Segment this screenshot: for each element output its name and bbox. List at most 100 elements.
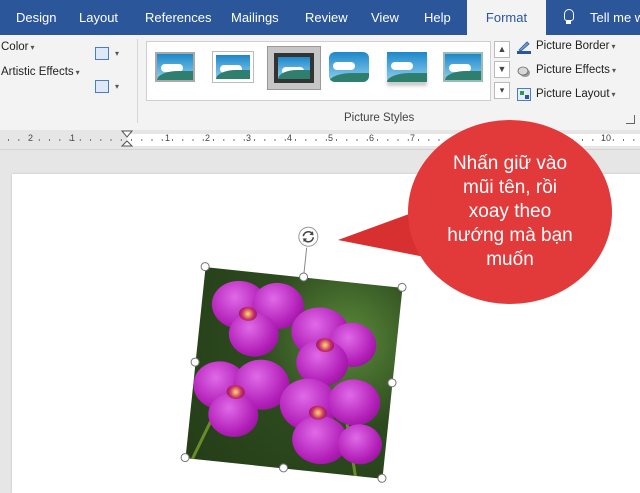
chevron-down-icon: ▾	[611, 90, 616, 99]
picture-style-thumb[interactable]	[329, 52, 369, 82]
picture-layout-label: Picture Layout	[536, 88, 610, 100]
gallery-scroll-up[interactable]: ▲	[494, 41, 510, 58]
ruler-tick	[28, 139, 30, 141]
ruler-tick	[18, 139, 20, 141]
ruler-tick	[500, 139, 501, 141]
picture-style-thumb[interactable]	[213, 52, 253, 82]
chevron-down-icon: ▾	[611, 42, 616, 51]
ruler-tick	[79, 139, 81, 141]
picture-effects-label: Picture Effects	[536, 64, 610, 76]
ruler-tick	[325, 139, 327, 141]
ruler-tick	[541, 139, 542, 141]
ruler-tick	[120, 139, 122, 141]
ruler-tick	[110, 139, 112, 141]
ruler-tick	[489, 139, 491, 141]
ruler-tick	[274, 139, 276, 141]
ruler-tick	[530, 139, 532, 141]
ruler-tick	[407, 139, 409, 141]
picture-layout-button[interactable]: Picture Layout ▾	[536, 88, 616, 100]
picture-styles-group-label: Picture Styles	[344, 112, 415, 124]
ruler-tick	[131, 139, 132, 141]
color-button[interactable]: Color ▾	[1, 41, 35, 53]
ruler-tick	[213, 139, 214, 141]
artistic-effects-button[interactable]: Artistic Effects ▾	[1, 66, 80, 78]
picture-border-label: Picture Border	[536, 40, 610, 52]
ruler-tick	[633, 139, 635, 141]
selected-picture[interactable]	[180, 225, 407, 484]
tab-mailings[interactable]: Mailings	[231, 0, 279, 35]
tab-layout[interactable]: Layout	[79, 0, 118, 35]
ruler-tick	[233, 139, 235, 141]
ruler-tick	[254, 139, 255, 141]
ruler-tick	[612, 139, 614, 141]
ruler-tick	[90, 139, 91, 141]
ribbon-tab-bar: Design Layout References Mailings Review…	[0, 0, 640, 35]
ruler-tick	[623, 139, 624, 141]
ruler-tick	[8, 139, 9, 141]
gallery-more[interactable]: ▾	[494, 82, 510, 99]
chevron-down-icon: ▾	[611, 66, 616, 75]
picture-effects-button[interactable]: Picture Effects ▾	[536, 64, 616, 76]
picture-border-icon	[517, 41, 531, 54]
ruler-tick	[571, 139, 573, 141]
reset-picture-icon[interactable]	[95, 80, 109, 93]
artistic-effects-label: Artistic Effects	[1, 66, 74, 78]
tab-references[interactable]: References	[145, 0, 211, 35]
group-divider	[137, 39, 138, 123]
ruler-tick	[366, 139, 368, 141]
tab-help[interactable]: Help	[424, 0, 451, 35]
ruler-tick	[264, 139, 266, 141]
picture-style-thumb[interactable]	[387, 52, 427, 82]
ruler-tick	[151, 139, 153, 141]
ruler-tick	[377, 139, 378, 141]
ruler-tick	[602, 139, 604, 141]
ruler-tick	[459, 139, 460, 141]
picture-style-thumb[interactable]	[443, 52, 483, 82]
ruler-tick	[551, 139, 553, 141]
ruler-tick	[520, 139, 522, 141]
ruler-tick	[336, 139, 337, 141]
ruler-tick	[192, 139, 194, 141]
ruler-tick	[172, 139, 173, 141]
ruler-tick	[356, 139, 358, 141]
rotate-handle-icon[interactable]	[297, 225, 320, 248]
ruler-tick	[100, 139, 102, 141]
picture-style-thumb[interactable]	[274, 53, 314, 83]
callout-line: Nhấn giữ vào	[452, 153, 568, 174]
picture-border-button[interactable]: Picture Border ▾	[536, 40, 616, 52]
ruler-ticks	[8, 139, 635, 141]
ruler-tick	[182, 139, 184, 141]
tab-review[interactable]: Review	[305, 0, 348, 35]
callout-line: xoay theo	[468, 201, 552, 222]
picture-styles-gallery[interactable]	[146, 41, 491, 101]
ruler-tick	[161, 139, 163, 141]
ruler-tick	[387, 139, 389, 141]
dialog-launcher-icon[interactable]	[626, 115, 635, 124]
chevron-down-icon: ▾	[115, 82, 120, 91]
chevron-down-icon: ▾	[115, 49, 120, 58]
ruler-tick	[295, 139, 296, 141]
ruler-tick	[69, 139, 71, 141]
callout-line: hướng mà bạn	[447, 225, 573, 246]
ribbon-panel: Color ▾ Artistic Effects ▾ ▾ ▾ ▲ ▼ ▾ Pictu…	[0, 35, 640, 131]
lightbulb-icon	[564, 9, 574, 24]
gallery-scroll-down[interactable]: ▼	[494, 61, 510, 78]
callout-text: Nhấn giữ vào mũi tên, rồi xoay theo hướn…	[412, 152, 608, 272]
color-label: Color	[1, 41, 29, 53]
callout-line: muốn	[486, 249, 534, 270]
tab-format[interactable]: Format	[467, 0, 546, 35]
tell-me-search[interactable]: Tell me w	[590, 0, 640, 35]
ruler-tick	[38, 139, 40, 141]
picture-layout-icon	[517, 88, 531, 101]
ruler-tick	[428, 139, 430, 141]
horizontal-ruler[interactable]: 2 1 1 2 3 4 5 6 7 8 9 10	[0, 130, 640, 150]
ruler-tick	[223, 139, 225, 141]
tab-view[interactable]: View	[371, 0, 399, 35]
picture-style-thumb[interactable]	[155, 52, 195, 82]
ruler-tick	[315, 139, 317, 141]
compress-pictures-icon[interactable]	[95, 47, 109, 60]
picture-style-selected[interactable]	[267, 46, 321, 90]
ruler-tick	[305, 139, 307, 141]
ruler-tick	[284, 139, 286, 141]
tab-design[interactable]: Design	[16, 0, 56, 35]
